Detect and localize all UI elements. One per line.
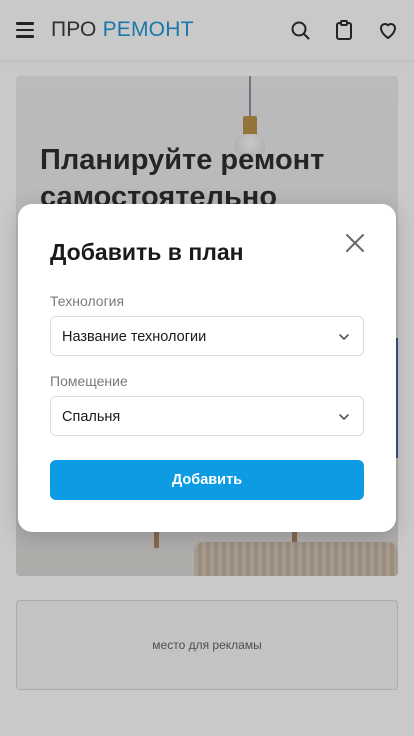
close-icon[interactable] <box>344 232 366 254</box>
room-select-value: Спальня <box>62 409 121 425</box>
add-button[interactable]: Добавить <box>50 460 364 500</box>
technology-select-value: Название технологии <box>62 329 207 345</box>
technology-select[interactable]: Название технологии <box>50 316 364 356</box>
technology-label: Технология <box>50 293 125 309</box>
room-label: Помещение <box>50 373 128 389</box>
room-select[interactable]: Спальня <box>50 396 364 436</box>
chevron-down-icon <box>337 410 351 424</box>
chevron-down-icon <box>337 330 351 344</box>
modal-title: Добавить в план <box>50 239 244 265</box>
add-to-plan-modal: Добавить в план Технология Название техн… <box>18 204 396 532</box>
